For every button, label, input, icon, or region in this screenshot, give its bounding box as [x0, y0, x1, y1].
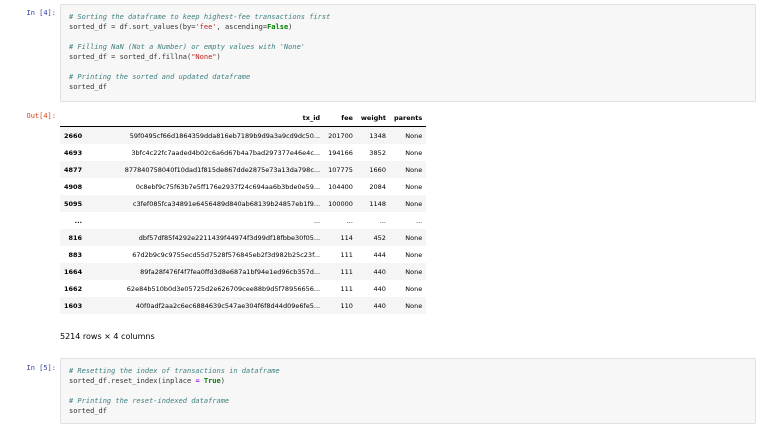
- code-cell-sort[interactable]: # Sorting the dataframe to keep highest-…: [60, 4, 756, 102]
- cell-fee: 111: [340, 284, 353, 293]
- code-comment: # Filling NaN (Not a Number) or empty va…: [69, 43, 306, 51]
- cell-tx-id: 67d2b9c9c9755ecd55d7528f576845eb2f3d982b…: [132, 250, 321, 259]
- cell-weight: 440: [373, 301, 386, 310]
- cell-parents: None: [405, 148, 423, 157]
- row-index: 5095: [64, 199, 83, 208]
- row-index: 2660: [64, 131, 83, 140]
- column-header-parents: parents: [389, 109, 427, 127]
- cell-tx-id: 3bfc4c22fc7aaded4b02c6a6d67b4a7bad297377…: [131, 148, 321, 157]
- column-header-fee: fee: [324, 109, 357, 127]
- code-cell-reset-index[interactable]: # Resetting the index of transactions in…: [60, 358, 756, 424]
- cell-parents: None: [405, 199, 423, 208]
- input-prompt: In [5]:: [26, 364, 56, 372]
- row-index: 1603: [64, 301, 83, 310]
- cell-parents: None: [405, 284, 423, 293]
- table-row: 1603 40f0adf2aa2c6ec6884639c547ae304f6f8d…: [60, 297, 427, 314]
- cell-weight: 440: [373, 284, 386, 293]
- code-comment: # Printing the reset-indexed dataframe: [69, 397, 230, 405]
- cell-parents: ...: [416, 216, 423, 225]
- cell-tx-id: 0c8ebf9c75f63b7e5ff176e2937f24c694aa6b3b…: [135, 182, 321, 191]
- column-header-tx-id: tx_id: [86, 109, 325, 127]
- cell-weight: 1348: [369, 131, 386, 140]
- code-line: sorted_df = sorted_df.fillna("None"): [69, 53, 221, 61]
- cell-parents: None: [405, 301, 423, 310]
- cell-weight: 452: [373, 233, 386, 242]
- cell-tx-id: c3fef085fca34891e6456489d840ab68139b2485…: [132, 199, 321, 208]
- cell-tx-id: ...: [313, 216, 321, 225]
- row-index: 1662: [64, 284, 83, 293]
- table-row: 4693 3bfc4c22fc7aaded4b02c6a6d67b4a7bad29…: [60, 144, 426, 161]
- cell-tx-id: 877840758040f10dad1f815de867dde2875e73a1…: [124, 165, 321, 174]
- cell-weight: 2084: [369, 182, 386, 191]
- cell-tx-id: 40f0adf2aa2c6ec6884639c547ae304f6f8d44d0…: [135, 301, 321, 310]
- cell-weight: ...: [379, 216, 386, 225]
- cell-tx-id: 89fa28f476f4f7fea0ffd3d8e687a1bf94e1ed96…: [140, 267, 321, 276]
- cell-fee: 111: [340, 267, 353, 276]
- row-index: ...: [74, 216, 83, 225]
- table-row: 4877 877840758040f10dad1f815de867dde2875e…: [60, 161, 427, 178]
- table-row: 2660 59f0495cf66d1864359dda816eb7189b9d9a…: [60, 126, 427, 144]
- table-row: 883 67d2b9c9c9755ecd55d7528f576845eb2f3d9…: [60, 246, 426, 263]
- cell-parents: None: [405, 267, 423, 276]
- input-prompt: In [4]:: [26, 9, 56, 17]
- cell-fee: 114: [340, 233, 353, 242]
- table-row: 1662 62e84b510b0d3e05725d2e626709cee88b9d…: [60, 280, 426, 297]
- code-comment: # Printing the sorted and updated datafr…: [69, 73, 251, 81]
- cell-weight: 1148: [369, 199, 386, 208]
- cell-parents: None: [405, 250, 423, 259]
- cell-fee: 104400: [328, 182, 353, 191]
- cell-fee: 110: [340, 301, 353, 310]
- dataframe-table: tx_id fee weight parents 2660 59f0495cf66…: [60, 109, 427, 314]
- cell-fee: 111: [340, 250, 353, 259]
- cell-fee: 201700: [328, 131, 353, 140]
- row-index: 816: [68, 233, 83, 242]
- table-row: 1664 89fa28f476f4f7fea0ffd3d8e687a1bf94e1…: [60, 263, 427, 280]
- code-comment: # Sorting the dataframe to keep highest-…: [69, 13, 331, 21]
- cell-tx-id: 62e84b510b0d3e05725d2e626709cee88b9d5f78…: [126, 284, 321, 293]
- row-index: 883: [68, 250, 83, 259]
- cell-tx-id: 59f0495cf66d1864359dda816eb7189b9d9a3a9c…: [129, 131, 321, 140]
- column-header-weight: weight: [356, 109, 390, 127]
- cell-fee: 194166: [328, 148, 353, 157]
- cell-fee: ...: [346, 216, 353, 225]
- row-index: 1664: [64, 267, 83, 276]
- code-line: sorted_df: [69, 83, 107, 91]
- column-header-index: [60, 109, 87, 127]
- code-comment: # Resetting the index of transactions in…: [69, 367, 280, 375]
- row-index: 4877: [64, 165, 83, 174]
- table-row: 5095 c3fef085fca34891e6456489d840ab68139b…: [60, 195, 427, 212]
- cell-fee: 100000: [328, 199, 353, 208]
- table-header-row: tx_id fee weight parents: [60, 109, 427, 127]
- cell-parents: None: [405, 182, 423, 191]
- table-row: 816 dbf57df85f4292e2211439f44974f3d99df18…: [60, 229, 427, 246]
- table-row-ellipsis: ...............: [60, 212, 426, 229]
- cell-weight: 444: [373, 250, 386, 259]
- cell-weight: 3852: [369, 148, 386, 157]
- code-line: sorted_df = df.sort_values(by='fee', asc…: [69, 23, 293, 31]
- cell-tx-id: dbf57df85f4292e2211439f44974f3d99df18fbb…: [138, 233, 321, 242]
- cell-parents: None: [405, 165, 423, 174]
- code-line: sorted_df: [69, 407, 107, 415]
- cell-parents: None: [405, 233, 423, 242]
- table-row: 4908 0c8ebf9c75f63b7e5ff176e2937f24c694aa…: [60, 178, 426, 195]
- cell-parents: None: [405, 131, 423, 140]
- cell-weight: 440: [373, 267, 386, 276]
- code-line: sorted_df.reset_index(inplace = True): [69, 377, 225, 385]
- row-index: 4908: [64, 182, 83, 191]
- row-index: 4693: [64, 148, 83, 157]
- cell-weight: 1660: [369, 165, 386, 174]
- dataframe-shape: 5214 rows × 4 columns: [60, 332, 155, 341]
- cell-fee: 107775: [328, 165, 353, 174]
- output-prompt: Out[4]:: [26, 112, 56, 120]
